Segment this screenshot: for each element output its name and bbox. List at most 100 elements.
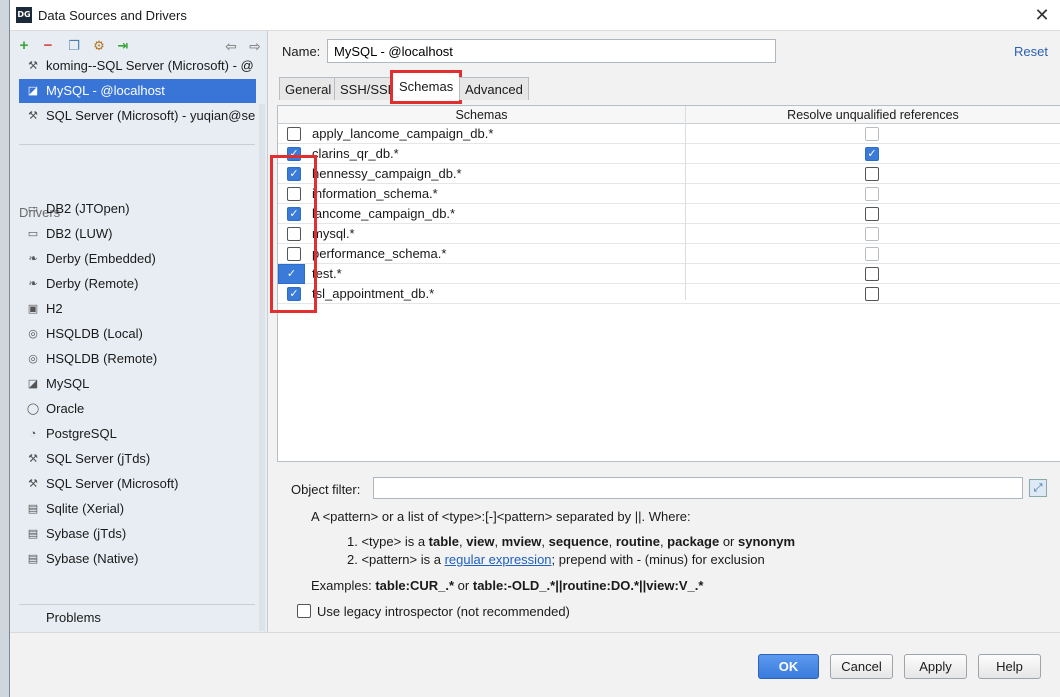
- import-icon[interactable]: ⇥: [114, 37, 132, 55]
- back-icon[interactable]: ⇦: [222, 37, 240, 55]
- table-row[interactable]: information_schema.*: [278, 184, 1060, 204]
- apply-button[interactable]: Apply: [904, 654, 967, 679]
- ok-button[interactable]: OK: [758, 654, 819, 679]
- driver-icon: ▭: [27, 228, 39, 240]
- name-input[interactable]: [327, 39, 776, 63]
- cancel-button[interactable]: Cancel: [830, 654, 893, 679]
- driver-icon: ▣: [27, 303, 39, 315]
- remove-icon[interactable]: −: [39, 37, 57, 55]
- driver-icon: ⚒: [28, 478, 38, 490]
- datasource-icon: ⚒: [28, 110, 38, 122]
- problems-item[interactable]: Problems: [19, 606, 256, 630]
- reset-link[interactable]: Reset: [1014, 44, 1048, 59]
- driver-item[interactable]: ▭ DB2 (LUW): [19, 222, 256, 246]
- driver-item[interactable]: ▤ Sqlite (Xerial): [19, 497, 256, 521]
- problems-label: Problems: [46, 610, 101, 625]
- resolve-column-header[interactable]: Resolve unqualified references: [685, 106, 1060, 124]
- settings-icon[interactable]: ⚙: [90, 37, 108, 55]
- legacy-checkbox[interactable]: [297, 604, 311, 618]
- object-filter-input[interactable]: [373, 477, 1023, 499]
- copy-icon[interactable]: ❐: [65, 37, 83, 55]
- driver-label: Oracle: [46, 401, 85, 416]
- schema-name: lancome_campaign_db.*: [312, 206, 456, 221]
- close-icon[interactable]: ✕: [1031, 4, 1053, 26]
- driver-item[interactable]: ❧ Derby (Embedded): [19, 247, 256, 271]
- title-bar: DG Data Sources and Drivers ✕: [10, 0, 1060, 31]
- driver-item[interactable]: ▤ Sybase (jTds): [19, 522, 256, 546]
- driver-item[interactable]: ◪ MySQL: [19, 372, 256, 396]
- resolve-checkbox[interactable]: [865, 247, 879, 261]
- help-text: or: [719, 534, 739, 549]
- help-button[interactable]: Help: [978, 654, 1041, 679]
- driver-item[interactable]: ▤ Sybase (Native): [19, 547, 256, 571]
- table-row[interactable]: apply_lancome_campaign_db.*: [278, 124, 1060, 144]
- driver-item[interactable]: ❧ Derby (Remote): [19, 272, 256, 296]
- driver-label: SQL Server (Microsoft): [46, 476, 179, 491]
- driver-label: Sybase (jTds): [46, 526, 127, 541]
- resolve-checkbox[interactable]: [865, 167, 879, 181]
- driver-icon: ◪: [27, 378, 39, 390]
- driver-item[interactable]: ⚒ SQL Server (jTds): [19, 447, 256, 471]
- tab-general[interactable]: General: [279, 77, 338, 100]
- driver-item[interactable]: ◎ HSQLDB (Local): [19, 322, 256, 346]
- resolve-checkbox[interactable]: [865, 287, 879, 301]
- table-row[interactable]: ✓ tsl_appointment_db.*: [278, 284, 1060, 304]
- resolve-checkbox[interactable]: [865, 267, 879, 281]
- left-scrollbar[interactable]: [259, 104, 265, 631]
- driver-label: PostgreSQL: [46, 426, 117, 441]
- driver-label: H2: [46, 301, 63, 316]
- datasource-item[interactable]: ⚒ SQL Server (Microsoft) - yuqian@sel: [19, 104, 256, 128]
- table-row[interactable]: ✓ hennessy_campaign_db.*: [278, 164, 1060, 184]
- table-row[interactable]: mysql.*: [278, 224, 1060, 244]
- driver-item[interactable]: ◎ HSQLDB (Remote): [19, 347, 256, 371]
- help-type: package: [667, 534, 720, 549]
- example-a: table:CUR_.*: [375, 578, 455, 593]
- driver-icon: ❧: [28, 278, 38, 290]
- table-row[interactable]: ✓ lancome_campaign_db.*: [278, 204, 1060, 224]
- regex-link[interactable]: regular expression: [445, 552, 552, 567]
- schema-name: information_schema.*: [312, 186, 438, 201]
- tab-schemas[interactable]: Schemas: [390, 70, 463, 104]
- driver-item[interactable]: ▣ H2: [19, 297, 256, 321]
- resolve-checkbox[interactable]: [865, 127, 879, 141]
- driver-item[interactable]: ⚒ SQL Server (Microsoft): [19, 472, 256, 496]
- datasource-item[interactable]: ⚒ koming--SQL Server (Microsoft) - @: [19, 54, 256, 78]
- resolve-checkbox[interactable]: [865, 207, 879, 221]
- help-type: view: [466, 534, 495, 549]
- tab-advanced[interactable]: Advanced: [459, 77, 529, 100]
- resolve-checkbox[interactable]: ✓: [865, 147, 879, 161]
- help-type: routine: [615, 534, 660, 549]
- driver-item[interactable]: ◯ Oracle: [19, 397, 256, 421]
- help-text: ; prepend with - (minus) for exclusion: [551, 552, 765, 567]
- schemas-column-header[interactable]: Schemas: [278, 106, 685, 124]
- driver-icon: ▤: [27, 528, 39, 540]
- driver-icon: ◯: [26, 403, 40, 415]
- forward-icon[interactable]: ⇨: [246, 37, 264, 55]
- help-text: or: [454, 578, 473, 593]
- schema-name: hennessy_campaign_db.*: [312, 166, 462, 181]
- driver-label: Sqlite (Xerial): [46, 501, 125, 516]
- table-row[interactable]: performance_schema.*: [278, 244, 1060, 264]
- filter-help-item-1: 1. <type> is a table, view, mview, seque…: [347, 534, 796, 549]
- column-divider: [685, 106, 686, 300]
- schema-checkbox[interactable]: [287, 127, 301, 141]
- filter-expand-icon[interactable]: ⤢: [1029, 479, 1047, 497]
- driver-icon: ◔: [29, 428, 37, 440]
- name-label: Name:: [282, 44, 321, 59]
- driver-label: Sybase (Native): [46, 551, 139, 566]
- add-icon[interactable]: +: [15, 37, 33, 55]
- schema-name: performance_schema.*: [312, 246, 447, 261]
- datasource-label: MySQL - @localhost: [46, 83, 165, 98]
- help-type: sequence: [548, 534, 609, 549]
- filter-help-item-2: 2. <pattern> is a regular expression; pr…: [347, 552, 765, 567]
- left-panel: + − ❐ ⚙ ⇥ ⇦ ⇨ ⚒ koming--SQL Server (Micro…: [10, 31, 268, 632]
- driver-item[interactable]: ◔ PostgreSQL: [19, 422, 256, 446]
- driver-item[interactable]: ▭ DB2 (JTOpen): [19, 197, 256, 221]
- table-row[interactable]: ✓ clarins_qr_db.* ✓: [278, 144, 1060, 164]
- datasource-item[interactable]: ◪ MySQL - @localhost: [19, 79, 256, 103]
- resolve-checkbox[interactable]: [865, 227, 879, 241]
- schema-name: apply_lancome_campaign_db.*: [312, 126, 494, 141]
- resolve-checkbox[interactable]: [865, 187, 879, 201]
- driver-label: Derby (Embedded): [46, 251, 156, 266]
- table-row[interactable]: ✓ test.*: [278, 264, 1060, 284]
